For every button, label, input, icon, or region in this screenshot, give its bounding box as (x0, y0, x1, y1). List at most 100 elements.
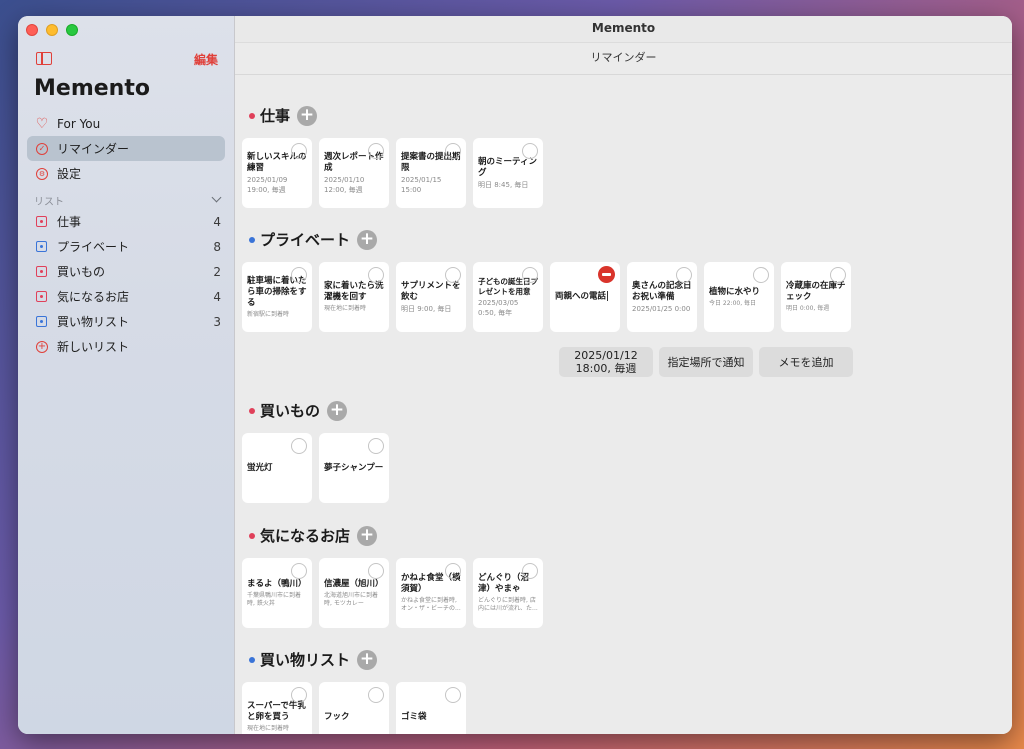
reminder-detail: 2025/03/05 0:50, 毎年 (478, 298, 519, 317)
reminder-card[interactable]: 週次レポート作成 2025/01/10 12:00, 毎週 (319, 138, 389, 208)
complete-checkbox[interactable] (522, 563, 538, 579)
reminder-detail: 2025/01/15 15:00 (401, 175, 442, 194)
new-list-button[interactable]: + 新しいリスト (27, 334, 225, 359)
window-controls (26, 24, 78, 36)
reminder-card[interactable]: どんぐり（沼津）やまゃ どんぐりに到着時, 店内には川が流れ、た... (473, 558, 543, 628)
chevron-down-icon[interactable] (211, 192, 222, 203)
reminder-card[interactable]: かねよ食堂（横須賀） かねよ食堂に到着時, オン・ザ・ビーチの... (396, 558, 466, 628)
reminders-content: 仕事 + 新しいスキルの練習 2025/01/09 19:00, 毎週 週次レポ… (235, 75, 1012, 734)
sidebar-item-settings[interactable]: ⚙ 設定 (27, 161, 225, 186)
minimize-window-button[interactable] (46, 24, 58, 36)
reminder-card[interactable]: 植物に水やり 今日 22:00, 毎日 (704, 262, 774, 332)
list-label: 仕事 (57, 215, 82, 229)
reminder-detail: 現在地に到着時 (324, 305, 367, 312)
section-dot (249, 656, 255, 663)
complete-checkbox[interactable] (445, 563, 461, 579)
complete-checkbox[interactable] (291, 438, 307, 454)
date-time-button[interactable]: 2025/01/12 18:00, 毎週 (559, 347, 653, 377)
close-window-button[interactable] (26, 24, 38, 36)
complete-checkbox[interactable] (445, 143, 461, 159)
sidebar-nav: For You ✓ リマインダー ⚙ 設定 (27, 111, 225, 186)
complete-checkbox[interactable] (753, 267, 769, 283)
add-memo-button[interactable]: メモを追加 (759, 347, 853, 377)
reminder-detail: 明日 8:45, 毎日 (478, 180, 529, 189)
section-title: 買いもの (260, 402, 321, 420)
reminder-card[interactable]: スーパーで牛乳と卵を買う 現在地に到着時 (242, 682, 312, 734)
location-notify-button[interactable]: 指定場所で通知 (659, 347, 753, 377)
list-count: 3 (213, 314, 221, 329)
reminder-card[interactable]: 冷蔵庫の在庫チェック 明日 0:00, 毎週 (781, 262, 851, 332)
reminder-card[interactable]: 子どもの誕生日プレゼントを用意 2025/03/05 0:50, 毎年 (473, 262, 543, 332)
reminder-title: 朝のミーティング (478, 156, 537, 178)
reminder-card[interactable]: 夢子シャンプー (319, 433, 389, 503)
complete-checkbox[interactable] (830, 267, 846, 283)
add-reminder-button[interactable]: + (357, 649, 378, 670)
reminder-title: 植物に水やり (709, 286, 761, 297)
add-reminder-button[interactable]: + (357, 229, 378, 250)
section-header-shopping: 買いもの + (249, 400, 348, 421)
complete-checkbox[interactable] (368, 267, 384, 283)
window-title: Memento (235, 16, 1012, 43)
section-header-private: プライベート + (249, 229, 378, 250)
page-title: リマインダー (235, 43, 1012, 75)
sidebar-list-private[interactable]: プライベート 8 (27, 234, 225, 259)
complete-checkbox[interactable] (368, 563, 384, 579)
reminder-title: 奥さんの記念日お祝い準備 (632, 280, 692, 302)
reminder-card[interactable]: まるよ（鴨川） 千葉県鴨川市に到着時, 鉄火丼 (242, 558, 312, 628)
add-reminder-button[interactable]: + (327, 400, 348, 421)
add-reminder-button[interactable]: + (297, 105, 318, 126)
complete-checkbox[interactable] (445, 687, 461, 703)
complete-checkbox[interactable] (291, 267, 307, 283)
heart-icon (36, 118, 48, 130)
reminder-detail: 北海道旭川市に到着時, モツカレー (324, 591, 379, 607)
reminder-detail: 新宿駅に到着時 (247, 310, 290, 318)
sidebar-list-shopping-list[interactable]: 買い物リスト 3 (27, 309, 225, 334)
edit-button[interactable]: 編集 (194, 51, 218, 68)
card-row-shops: まるよ（鴨川） 千葉県鴨川市に到着時, 鉄火丼 信濃屋（旭川） 北海道旭川市に到… (242, 558, 543, 628)
time-label: 18:00, 毎週 (575, 362, 637, 375)
add-reminder-button[interactable]: + (357, 525, 378, 546)
reminder-card[interactable]: フック (319, 682, 389, 734)
reminder-card[interactable]: 朝のミーティング 明日 8:45, 毎日 (473, 138, 543, 208)
date-label: 2025/01/12 (574, 349, 638, 362)
list-icon (36, 316, 47, 327)
sidebar-item-label: 設定 (57, 167, 82, 181)
reminder-card[interactable]: サプリメントを飲む 明日 9:00, 毎日 (396, 262, 466, 332)
reminder-card[interactable]: 提案書の提出期限 2025/01/15 15:00 (396, 138, 466, 208)
complete-checkbox[interactable] (291, 143, 307, 159)
complete-checkbox[interactable] (676, 267, 692, 283)
remove-icon[interactable] (598, 266, 615, 283)
sidebar-toggle-icon[interactable] (36, 52, 52, 65)
sidebar-list-shops[interactable]: 気になるお店 4 (27, 284, 225, 309)
reminder-card[interactable]: 蛍光灯 (242, 433, 312, 503)
reminder-card-editing[interactable]: 両親への電話 (550, 262, 620, 332)
reminder-card[interactable]: 家に着いたら洗濯機を回す 現在地に到着時 (319, 262, 389, 332)
zoom-window-button[interactable] (66, 24, 78, 36)
section-dot (249, 236, 255, 243)
card-row-private: 駐車場に着いたら車の掃除をする 新宿駅に到着時 家に着いたら洗濯機を回す 現在地… (242, 262, 851, 332)
reminder-card[interactable]: 駐車場に着いたら車の掃除をする 新宿駅に到着時 (242, 262, 312, 332)
sidebar-item-reminders[interactable]: ✓ リマインダー (27, 136, 225, 161)
complete-checkbox[interactable] (522, 267, 538, 283)
section-header-shopping-list: 買い物リスト + (249, 649, 378, 670)
complete-checkbox[interactable] (445, 267, 461, 283)
list-count: 8 (213, 239, 221, 254)
complete-checkbox[interactable] (291, 687, 307, 703)
complete-checkbox[interactable] (522, 143, 538, 159)
section-header-work: 仕事 + (249, 105, 318, 126)
reminder-title: 蛍光灯 (247, 462, 273, 473)
complete-checkbox[interactable] (368, 687, 384, 703)
complete-checkbox[interactable] (368, 438, 384, 454)
reminder-card[interactable]: ゴミ袋 (396, 682, 466, 734)
reminder-title-editing[interactable]: 両親への電話 (555, 291, 615, 303)
sidebar-list-work[interactable]: 仕事 4 (27, 209, 225, 234)
reminder-title: 冷蔵庫の在庫チェック (786, 281, 846, 302)
reminder-card[interactable]: 信濃屋（旭川） 北海道旭川市に到着時, モツカレー (319, 558, 389, 628)
sidebar-item-for-you[interactable]: For You (27, 111, 225, 136)
card-row-shopping: 蛍光灯 夢子シャンプー (242, 433, 389, 503)
complete-checkbox[interactable] (368, 143, 384, 159)
complete-checkbox[interactable] (291, 563, 307, 579)
sidebar-list-shopping[interactable]: 買いもの 2 (27, 259, 225, 284)
reminder-card[interactable]: 奥さんの記念日お祝い準備 2025/01/25 0:00 (627, 262, 697, 332)
reminder-card[interactable]: 新しいスキルの練習 2025/01/09 19:00, 毎週 (242, 138, 312, 208)
